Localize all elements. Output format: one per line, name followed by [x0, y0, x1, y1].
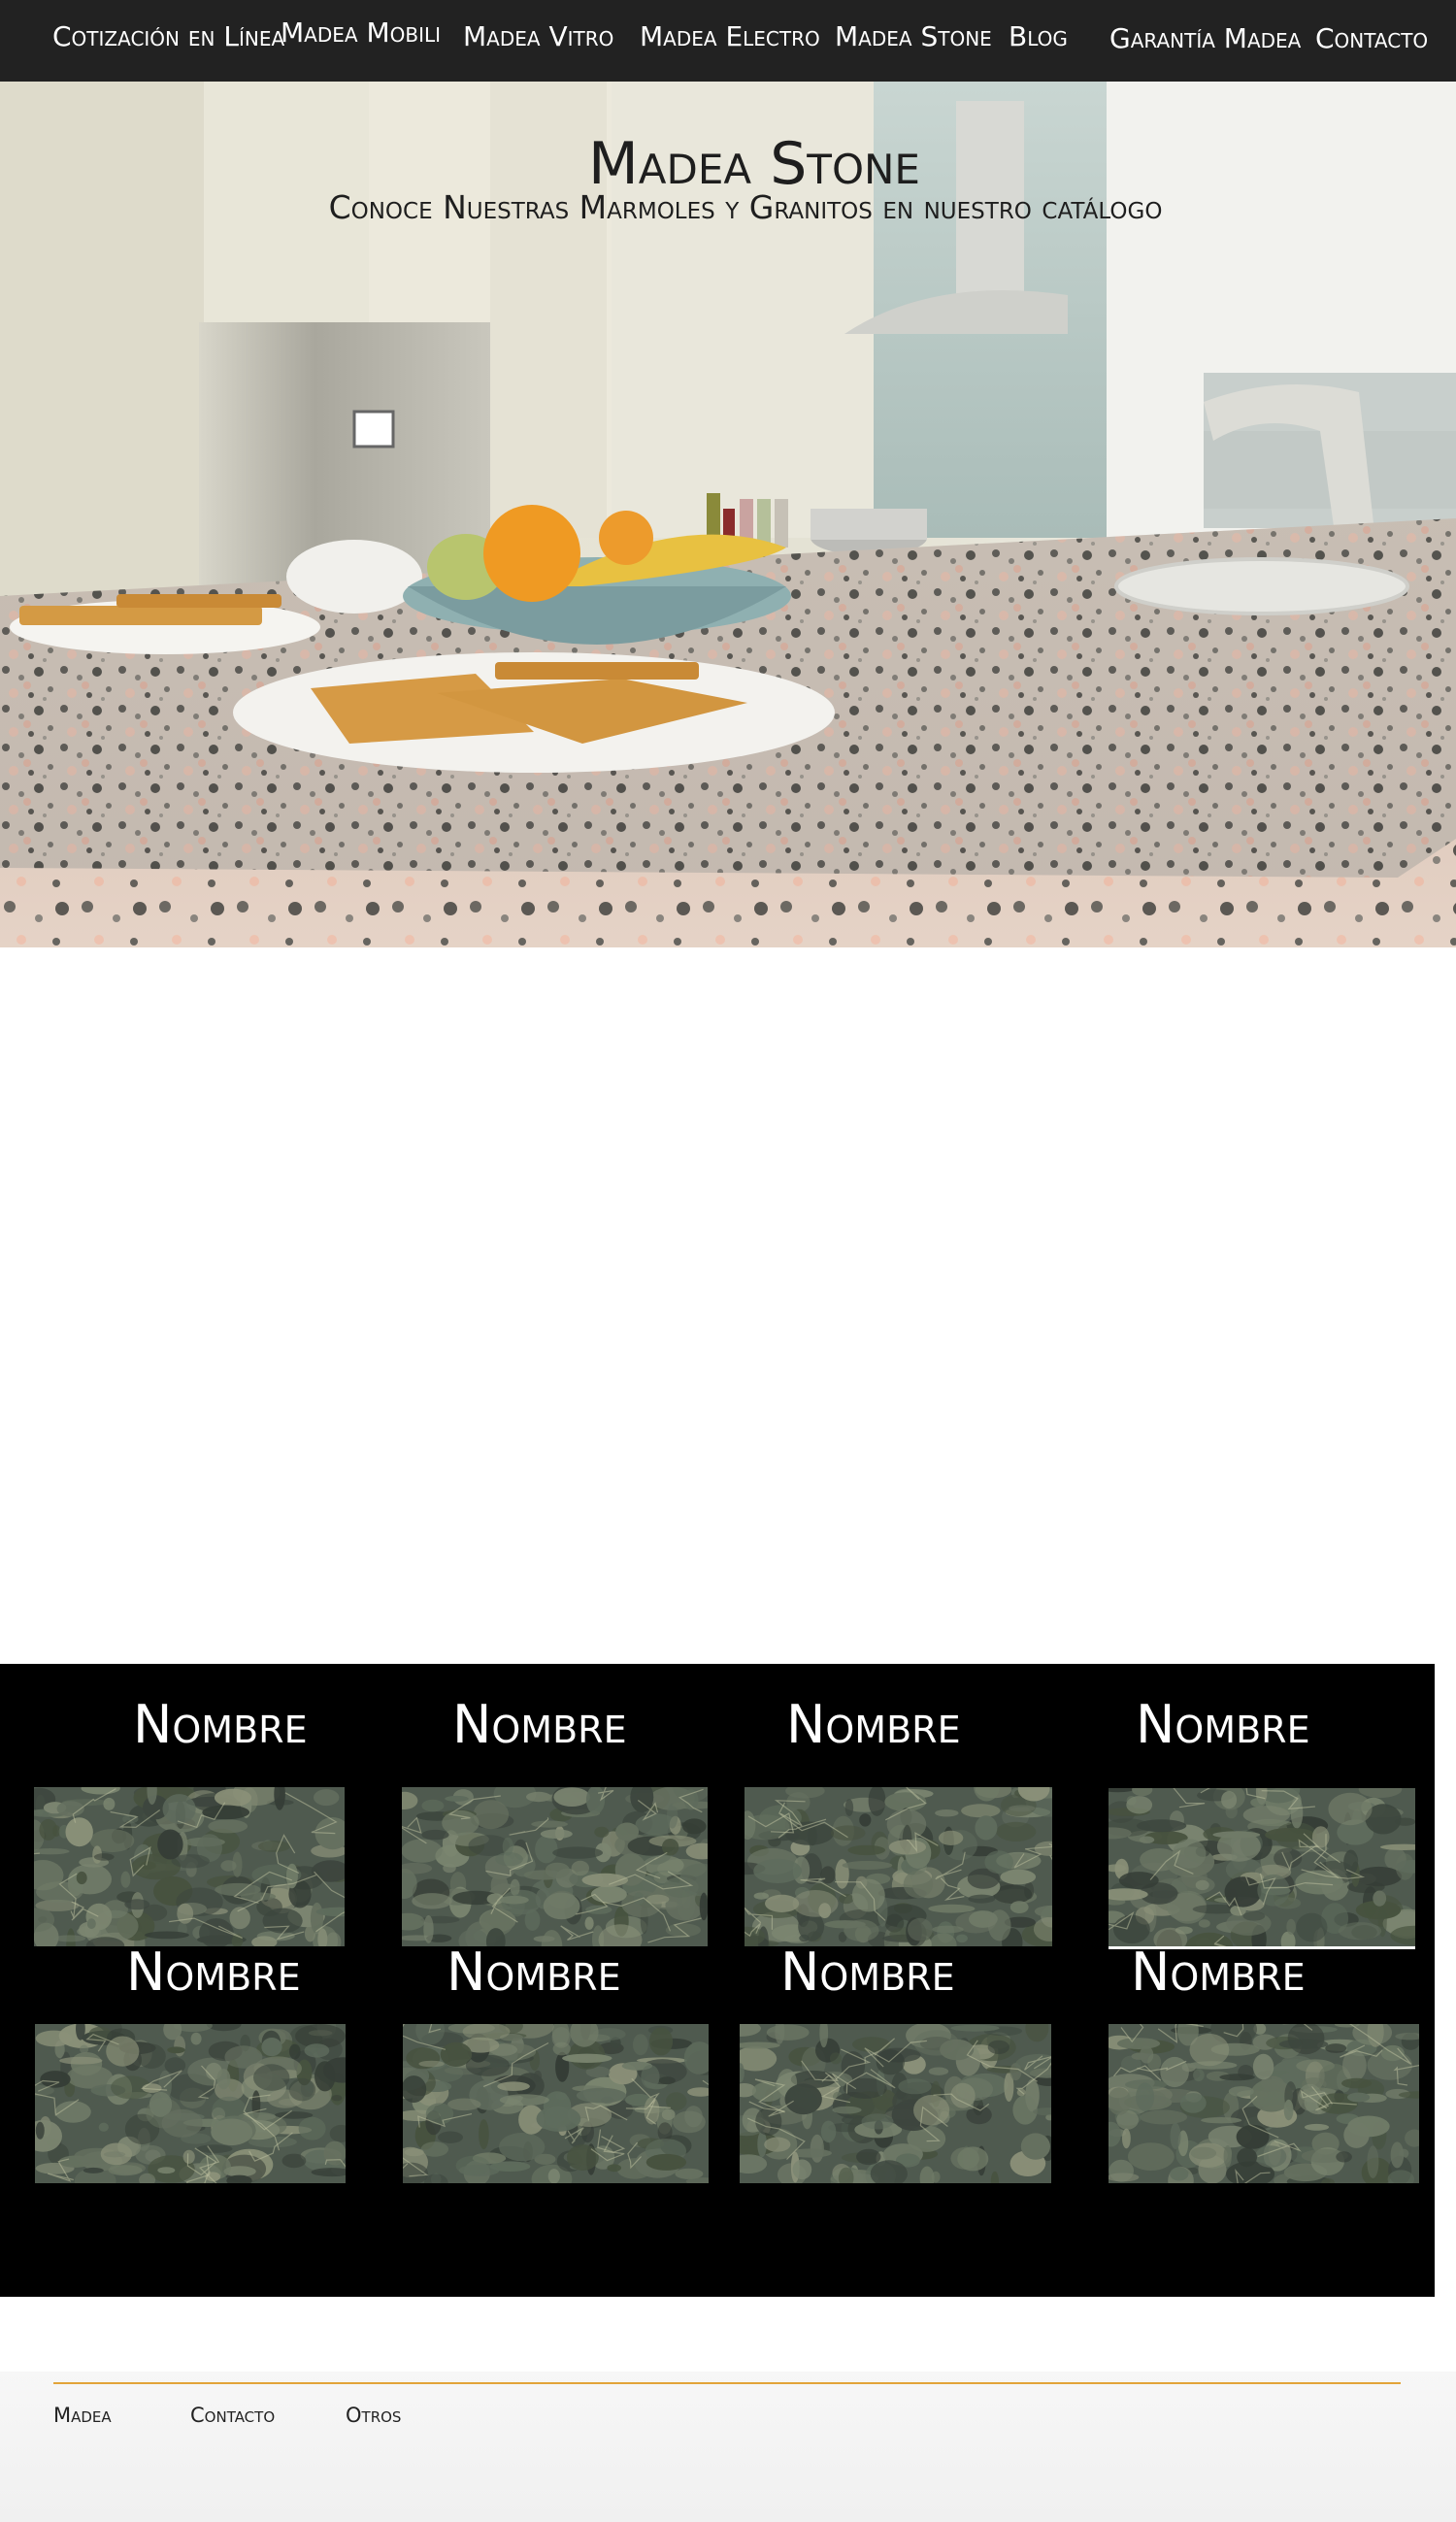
catalog-item-name: Nombre	[1136, 1694, 1310, 1755]
footer-link-madea[interactable]: Madea	[53, 2404, 112, 2427]
catalog-item-name: Nombre	[447, 1941, 621, 2003]
nav-link-blog[interactable]: Blog	[1009, 17, 1068, 56]
footer-accent-line	[53, 2382, 1401, 2384]
catalog-item-name: Nombre	[126, 1941, 301, 2003]
granite-swatch-image[interactable]	[34, 1787, 345, 1946]
nav-link-garantia[interactable]: Garantía Madea	[1109, 19, 1301, 58]
top-navigation: Cotización en Línea Madea Mobili Madea V…	[0, 0, 1456, 82]
footer-link-contacto[interactable]: Contacto	[190, 2404, 275, 2427]
granite-swatch-image[interactable]	[745, 1787, 1052, 1946]
nav-link-madea-stone[interactable]: Madea Stone	[835, 17, 992, 56]
nav-link-cotizacion[interactable]: Cotización en Línea	[52, 17, 284, 56]
granite-swatch-image[interactable]	[35, 2024, 346, 2183]
footer-link-otros[interactable]: Otros	[346, 2404, 401, 2427]
hero-subtitle: Conoce Nuestras Marmoles y Granitos en n…	[328, 188, 1163, 226]
footer	[0, 2372, 1456, 2522]
catalog-item-name: Nombre	[786, 1694, 961, 1755]
nav-link-contacto[interactable]: Contacto	[1315, 19, 1428, 58]
granite-swatch-image[interactable]	[740, 2024, 1051, 2183]
catalog-item-name: Nombre	[1131, 1941, 1306, 2003]
catalog-item-name: Nombre	[452, 1694, 627, 1755]
nav-link-madea-electro[interactable]: Madea Electro	[640, 17, 820, 56]
catalog-item-name: Nombre	[780, 1941, 955, 2003]
nav-link-madea-mobili[interactable]: Madea Mobili	[281, 14, 441, 52]
granite-swatch-image[interactable]	[1109, 1788, 1415, 1947]
nav-link-madea-vitro[interactable]: Madea Vitro	[463, 17, 613, 56]
catalog-item-name: Nombre	[133, 1694, 308, 1755]
granite-swatch-image[interactable]	[403, 2024, 709, 2183]
hero-banner: Madea Stone Conoce Nuestras Marmoles y G…	[0, 82, 1456, 947]
granite-swatch-image[interactable]	[1109, 2024, 1419, 2183]
granite-swatch-image[interactable]	[402, 1787, 708, 1946]
